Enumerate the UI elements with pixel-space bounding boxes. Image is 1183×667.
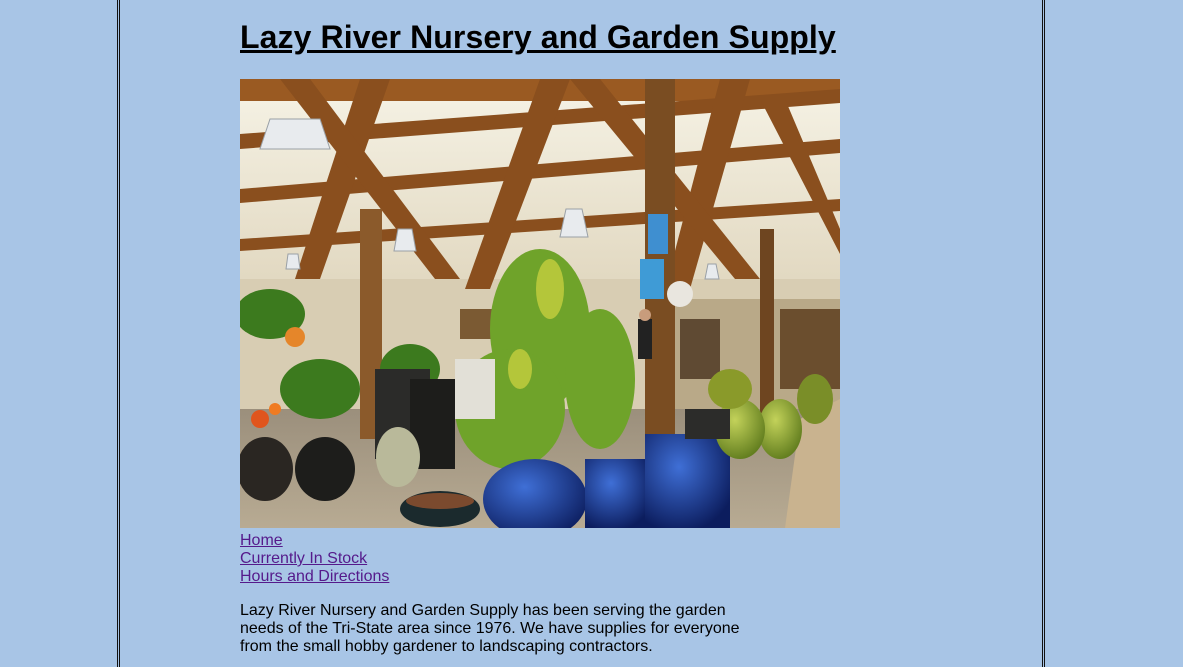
nursery-photo [240, 79, 840, 528]
intro-paragraph: Lazy River Nursery and Garden Supply has… [240, 602, 740, 655]
nav-link-hours-and-directions[interactable]: Hours and Directions [240, 568, 389, 586]
page-title: Lazy River Nursery and Garden Supply [240, 19, 836, 55]
site-navigation: Home Currently In Stock Hours and Direct… [240, 532, 389, 586]
nav-link-currently-in-stock[interactable]: Currently In Stock [240, 550, 389, 568]
nav-link-home[interactable]: Home [240, 532, 389, 550]
